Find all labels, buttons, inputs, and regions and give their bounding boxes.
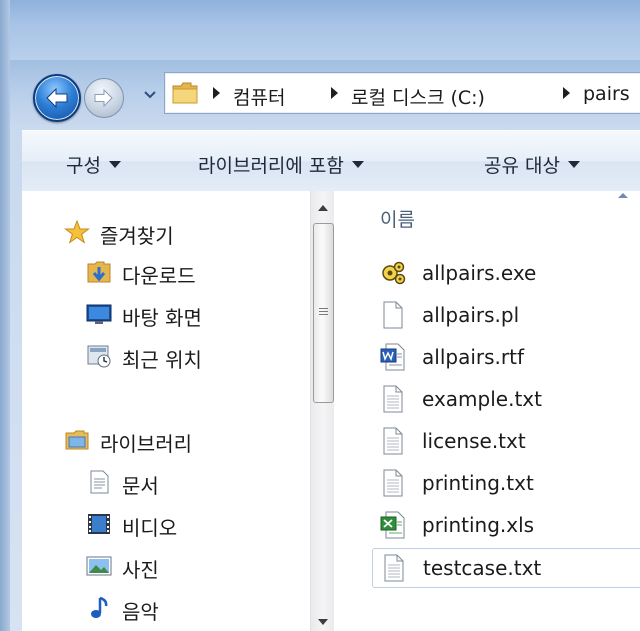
navigation-bar: 컴퓨터 로컬 디스크 (C:) pairs xyxy=(10,62,640,128)
scroll-down-icon[interactable] xyxy=(318,619,328,625)
file-name: printing.txt xyxy=(422,471,534,495)
chevron-down-icon xyxy=(351,161,364,168)
scrollbar-thumb[interactable] xyxy=(313,223,334,403)
include-in-library-button[interactable]: 라이브러리에 포함 xyxy=(198,151,364,178)
breadcrumb-separator-icon[interactable] xyxy=(331,87,338,99)
file-row[interactable]: allpairs.pl xyxy=(372,296,640,334)
forward-button[interactable] xyxy=(84,78,124,118)
scroll-up-icon[interactable] xyxy=(318,205,328,211)
blank-file-icon xyxy=(383,301,403,329)
file-name: allpairs.pl xyxy=(422,303,520,327)
nav-favorites-label: 즐겨찾기 xyxy=(100,224,174,248)
file-row[interactable]: printing.xls xyxy=(372,506,640,544)
pictures-icon xyxy=(86,556,112,576)
pane-splitter[interactable] xyxy=(334,191,342,631)
organize-menu-button[interactable]: 구성 xyxy=(66,151,121,178)
folder-icon xyxy=(172,82,198,104)
address-bar[interactable]: 컴퓨터 로컬 디스크 (C:) pairs xyxy=(164,72,640,114)
title-bar-area xyxy=(0,0,640,60)
nav-item-label: 바탕 화면 xyxy=(122,306,202,330)
file-name: testcase.txt xyxy=(423,556,542,580)
sort-arrow-icon xyxy=(618,193,628,198)
downloads-folder-icon xyxy=(87,261,111,283)
file-row[interactable]: allpairs.exe xyxy=(372,254,640,292)
organize-label: 구성 xyxy=(66,155,101,177)
window-border xyxy=(0,0,10,631)
explorer-window: 컴퓨터 로컬 디스크 (C:) pairs 구성 라이브러리에 포함 공유 대상… xyxy=(0,0,640,631)
file-list[interactable]: 이름 allpairs.exe allpairs.pl allpairs.rtf… xyxy=(342,191,640,631)
back-button[interactable] xyxy=(33,74,81,122)
content-area: 즐겨찾기 다운로드 바탕 화면 최근 위치 라이브러리 문서 비디오 사진 음악… xyxy=(22,191,640,631)
recent-pages-dropdown-icon[interactable] xyxy=(144,91,156,99)
chevron-down-icon xyxy=(567,161,580,168)
text-file-icon xyxy=(383,469,403,497)
include-in-library-label: 라이브러리에 포함 xyxy=(198,155,344,177)
nav-item-label: 비디오 xyxy=(122,516,178,540)
library-icon xyxy=(65,430,89,450)
word-document-icon xyxy=(380,343,405,371)
nav-pane-scrollbar[interactable] xyxy=(310,191,335,631)
documents-icon xyxy=(90,470,109,494)
breadcrumb-separator-icon[interactable] xyxy=(213,87,220,99)
nav-item-label: 사진 xyxy=(122,558,159,582)
nav-item-label: 다운로드 xyxy=(122,264,196,288)
forward-arrow-icon xyxy=(94,88,113,108)
text-file-icon xyxy=(383,427,403,455)
nav-item-label: 음악 xyxy=(122,600,159,624)
file-name: license.txt xyxy=(422,429,526,453)
desktop-icon xyxy=(86,304,112,324)
file-name: allpairs.exe xyxy=(422,261,537,285)
excel-file-icon xyxy=(380,511,405,539)
file-name: allpairs.rtf xyxy=(422,345,524,369)
file-name: printing.xls xyxy=(422,513,535,537)
file-row[interactable]: printing.txt xyxy=(372,464,640,502)
nav-libraries-label: 라이브러리 xyxy=(100,432,192,456)
navigation-pane[interactable]: 즐겨찾기 다운로드 바탕 화면 최근 위치 라이브러리 문서 비디오 사진 음악 xyxy=(22,191,310,631)
breadcrumb-separator-icon[interactable] xyxy=(563,87,570,99)
share-with-button[interactable]: 공유 대상 xyxy=(484,151,580,178)
breadcrumb-pairs[interactable]: pairs xyxy=(583,83,630,105)
file-name: example.txt xyxy=(422,387,542,411)
command-bar: 구성 라이브러리에 포함 공유 대상 xyxy=(22,130,640,192)
back-arrow-icon xyxy=(46,87,68,109)
file-row[interactable]: example.txt xyxy=(372,380,640,418)
star-icon xyxy=(64,219,90,244)
text-file-icon xyxy=(384,554,404,582)
nav-item-label: 최근 위치 xyxy=(122,348,202,372)
recent-places-icon xyxy=(87,345,111,368)
music-icon xyxy=(91,596,108,618)
videos-icon xyxy=(88,514,110,534)
exe-icon xyxy=(382,261,406,285)
file-row[interactable]: allpairs.rtf xyxy=(372,338,640,376)
text-file-icon xyxy=(383,385,403,413)
share-with-label: 공유 대상 xyxy=(484,155,560,177)
nav-item-label: 문서 xyxy=(122,474,159,498)
breadcrumb-computer[interactable]: 컴퓨터 xyxy=(233,83,285,110)
chevron-down-icon xyxy=(108,161,121,168)
breadcrumb-local-disk[interactable]: 로컬 디스크 (C:) xyxy=(351,83,485,110)
column-header-name[interactable]: 이름 xyxy=(380,205,415,232)
file-row-selected[interactable]: testcase.txt xyxy=(372,548,640,588)
file-row[interactable]: license.txt xyxy=(372,422,640,460)
